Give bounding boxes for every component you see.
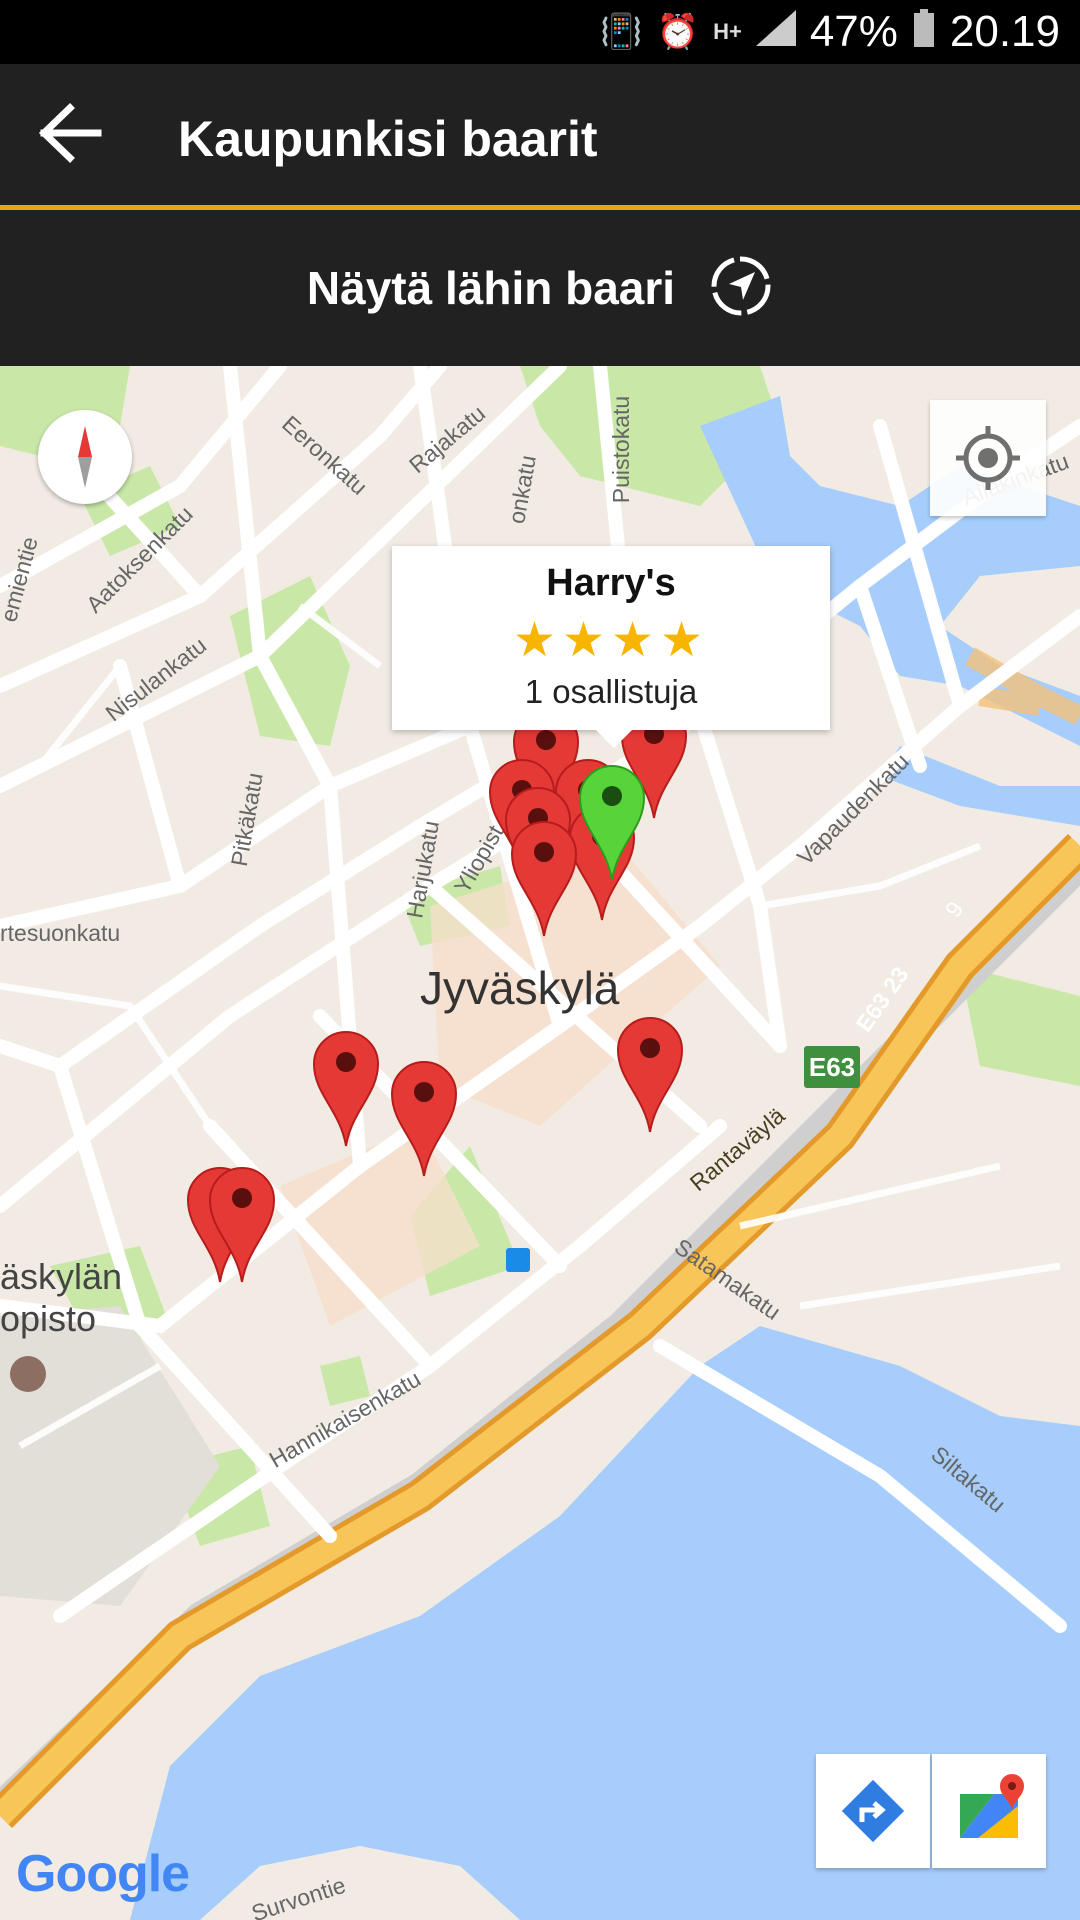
city-label: Jyväskylä bbox=[420, 962, 620, 1014]
my-location-button[interactable] bbox=[930, 400, 1046, 516]
directions-icon bbox=[841, 1779, 905, 1843]
street-label: rtesuonkatu bbox=[0, 920, 121, 946]
battery-icon bbox=[912, 8, 936, 56]
clock: 20.19 bbox=[949, 7, 1060, 56]
map-view[interactable]: Eeronkatu Rajakatu onkatu Puistokatu Aat… bbox=[0, 366, 1080, 1920]
bar-marker-selected[interactable] bbox=[578, 764, 646, 882]
alarm-icon: ⏰ bbox=[656, 13, 700, 51]
status-bar: 📳 ⏰ H+ 47% 20.19 bbox=[0, 0, 1080, 64]
bus-stop-icon bbox=[506, 1248, 530, 1272]
bar-marker[interactable] bbox=[510, 820, 578, 938]
bar-marker[interactable] bbox=[208, 1166, 276, 1284]
participant-count: 1 osallistuja bbox=[524, 673, 698, 710]
show-nearest-bar-button[interactable]: Näytä lähin baari bbox=[0, 210, 1080, 366]
vibrate-icon: 📳 bbox=[600, 13, 643, 51]
app-bar: Kaupunkisi baarit bbox=[0, 64, 1080, 210]
street-label: Puistokatu bbox=[608, 395, 635, 504]
compass-icon bbox=[78, 426, 92, 488]
show-nearest-bar-label: Näytä lähin baari bbox=[306, 262, 676, 314]
university-label-line2: opisto bbox=[0, 1298, 97, 1339]
directions-button[interactable] bbox=[816, 1754, 930, 1868]
bar-name: Harry's bbox=[546, 562, 676, 604]
battery-percent: 47% bbox=[809, 7, 898, 56]
university-label-line1: äskylän bbox=[0, 1256, 123, 1297]
network-icon: H+ bbox=[713, 19, 742, 44]
university-label: äskylän opisto bbox=[0, 1256, 122, 1340]
signal-icon bbox=[755, 9, 796, 55]
open-google-maps-button[interactable] bbox=[932, 1754, 1046, 1868]
road-shield: E63 bbox=[804, 1046, 860, 1088]
page-title: Kaupunkisi baarit bbox=[178, 111, 598, 167]
crosshair-icon bbox=[956, 426, 1020, 490]
bar-marker[interactable] bbox=[390, 1060, 458, 1178]
arrow-left-icon[interactable] bbox=[36, 102, 106, 164]
university-icon bbox=[10, 1356, 46, 1392]
google-maps-icon bbox=[960, 1774, 1024, 1838]
bar-marker[interactable] bbox=[616, 1016, 684, 1134]
google-logo: Google bbox=[16, 1845, 190, 1903]
rating-stars: ★★★★ bbox=[512, 614, 710, 667]
marker-info-window[interactable]: Harry's ★★★★ 1 osallistuja bbox=[392, 546, 830, 748]
bar-marker[interactable] bbox=[312, 1030, 380, 1148]
navigation-compass-icon bbox=[709, 254, 773, 323]
compass-button[interactable] bbox=[38, 410, 132, 504]
